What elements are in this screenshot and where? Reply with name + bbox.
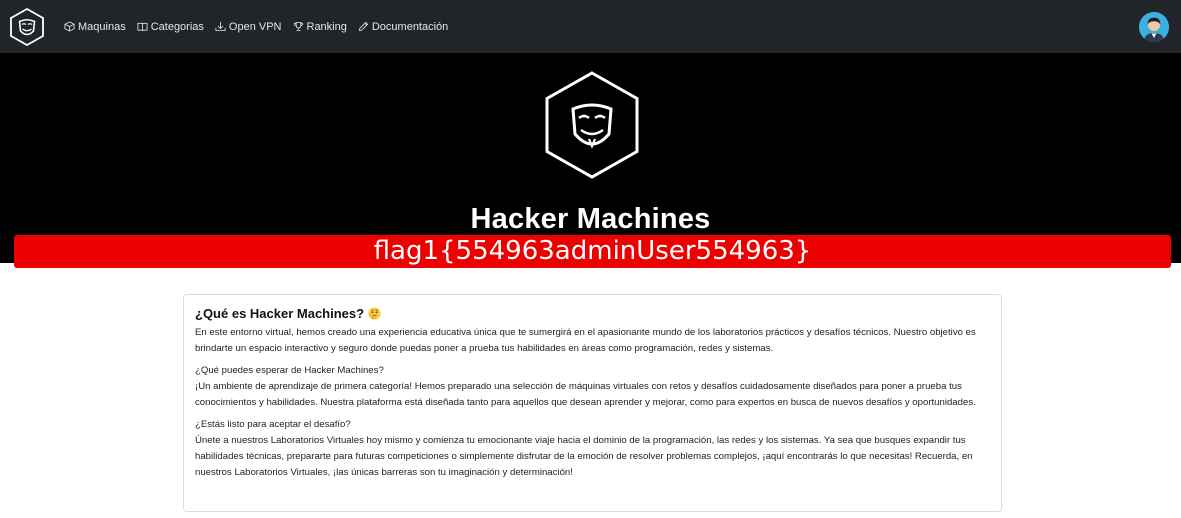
card-paragraph-challenge: ¿Estás listo para aceptar el desafío? Ún… xyxy=(195,417,991,481)
card-paragraph-heading: ¿Estás listo para aceptar el desafío? xyxy=(195,419,351,430)
flag-banner: flag1{554963adminUser554963} xyxy=(14,235,1171,268)
hacker-mask-logo-icon xyxy=(545,71,639,179)
trophy-icon xyxy=(293,21,303,32)
cube-icon xyxy=(64,21,75,32)
card-paragraph-body: Únete a nuestros Laboratorios Virtuales … xyxy=(195,435,973,478)
card-paragraph-intro: En este entorno virtual, hemos creado un… xyxy=(195,327,976,354)
nav-item-label: Categorias xyxy=(150,20,204,33)
user-avatar[interactable] xyxy=(1139,12,1169,42)
about-card: ¿Qué es Hacker Machines? En este entorno… xyxy=(183,294,1002,512)
nav-item-maquinas[interactable]: Maquinas xyxy=(64,21,126,33)
nav-item-ranking[interactable]: Ranking xyxy=(293,21,347,33)
nav-item-label: Maquinas xyxy=(78,20,126,33)
card-title: ¿Qué es Hacker Machines? xyxy=(195,306,365,321)
brand-logo-icon[interactable] xyxy=(8,7,46,47)
nav-item-categorias[interactable]: Categorias xyxy=(137,21,204,33)
thinking-face-icon xyxy=(368,307,381,320)
nav-item-open-vpn[interactable]: Open VPN xyxy=(215,21,282,33)
top-navbar: Maquinas Categorias Open VPN Ranking Doc… xyxy=(0,0,1181,53)
download-icon xyxy=(215,21,226,32)
card-title-row: ¿Qué es Hacker Machines? xyxy=(195,306,991,321)
card-paragraph-heading: ¿Qué puedes esperar de Hacker Machines? xyxy=(195,365,384,376)
book-icon xyxy=(137,22,148,32)
nav-item-documentacion[interactable]: Documentación xyxy=(358,21,448,33)
hero-banner: Hacker Machines xyxy=(0,53,1181,263)
nav-item-label: Documentación xyxy=(371,20,449,33)
card-paragraph-body: ¡Un ambiente de aprendizaje de primera c… xyxy=(195,381,976,408)
hero-title: Hacker Machines xyxy=(470,203,711,235)
nav-item-label: Open VPN xyxy=(228,20,282,33)
pencil-icon xyxy=(358,21,369,32)
main-nav: Maquinas Categorias Open VPN Ranking Doc… xyxy=(64,0,459,53)
card-paragraph-expect: ¿Qué puedes esperar de Hacker Machines? … xyxy=(195,363,991,411)
nav-item-label: Ranking xyxy=(306,20,347,33)
user-avatar-icon xyxy=(1139,12,1169,42)
